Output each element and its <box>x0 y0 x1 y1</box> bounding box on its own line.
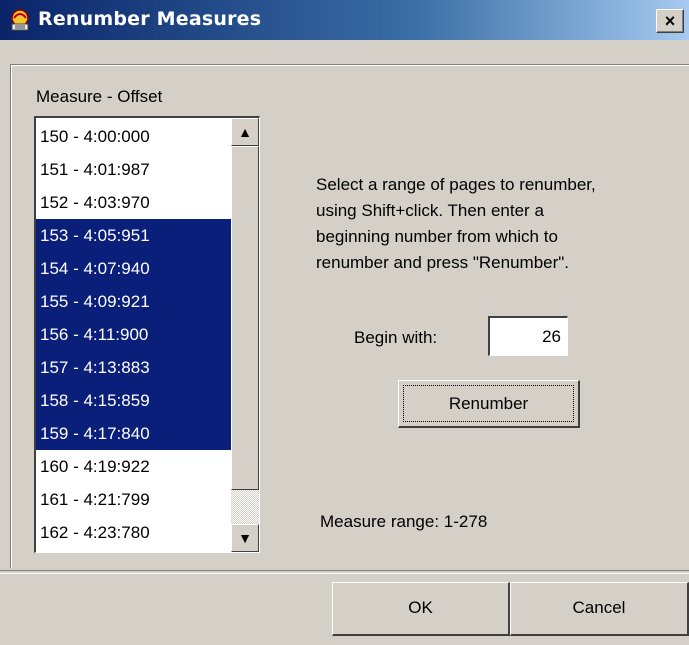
list-items: 150 - 4:00:000 151 - 4:01:987 152 - 4:03:9… <box>36 120 231 549</box>
instructions-line: Select a range of pages to renumber, <box>316 175 596 194</box>
scroll-up-icon: ▲ <box>238 124 252 140</box>
list-item[interactable]: 150 - 4:00:000 <box>36 120 231 153</box>
close-button[interactable]: × <box>656 9 684 33</box>
list-label: Measure - Offset <box>36 87 163 106</box>
instructions-line: using Shift+click. Then enter a <box>316 201 544 220</box>
list-item[interactable]: 157 - 4:13:883 <box>36 351 231 384</box>
instructions-line: renumber and press "Renumber". <box>316 253 570 272</box>
renumber-button[interactable]: Renumber <box>398 380 580 428</box>
vertical-scrollbar[interactable]: ▲ ▼ <box>231 118 259 552</box>
cancel-button[interactable]: Cancel <box>510 582 689 636</box>
scroll-down-icon: ▼ <box>238 530 252 546</box>
app-icon <box>11 9 29 31</box>
renumber-measures-dialog: Renumber Measures × Measure - Offset 150… <box>0 0 689 645</box>
list-item[interactable]: 153 - 4:05:951 <box>36 219 231 252</box>
measure-list[interactable]: 150 - 4:00:000 151 - 4:01:987 152 - 4:03:9… <box>34 116 260 553</box>
close-icon: × <box>664 11 676 31</box>
measure-range-label: Measure range: 1-278 <box>320 512 488 531</box>
list-item[interactable]: 155 - 4:09:921 <box>36 285 231 318</box>
scroll-down-button[interactable]: ▼ <box>231 524 259 552</box>
title-bar[interactable]: Renumber Measures × <box>0 0 689 40</box>
list-item[interactable]: 154 - 4:07:940 <box>36 252 231 285</box>
list-item[interactable]: 158 - 4:15:859 <box>36 384 231 417</box>
list-item[interactable]: 162 - 4:23:780 <box>36 516 231 549</box>
list-item[interactable]: 159 - 4:17:840 <box>36 417 231 450</box>
window-title: Renumber Measures <box>38 8 262 30</box>
scroll-track[interactable] <box>231 490 259 524</box>
list-item[interactable]: 152 - 4:03:970 <box>36 186 231 219</box>
begin-with-label: Begin with: <box>354 328 438 347</box>
list-item[interactable]: 161 - 4:21:799 <box>36 483 231 516</box>
list-item[interactable]: 151 - 4:01:987 <box>36 153 231 186</box>
footer-divider <box>0 570 689 574</box>
scroll-thumb[interactable] <box>231 146 259 490</box>
renumber-button-label: Renumber <box>403 385 574 422</box>
begin-with-field[interactable] <box>488 316 568 356</box>
instructions-text: Select a range of pages to renumber, usi… <box>316 172 676 276</box>
list-item[interactable]: 160 - 4:19:922 <box>36 450 231 483</box>
ok-button[interactable]: OK <box>332 582 510 636</box>
list-item[interactable]: 156 - 4:11:900 <box>36 318 231 351</box>
instructions-line: beginning number from which to <box>316 227 558 246</box>
scroll-up-button[interactable]: ▲ <box>231 118 259 146</box>
